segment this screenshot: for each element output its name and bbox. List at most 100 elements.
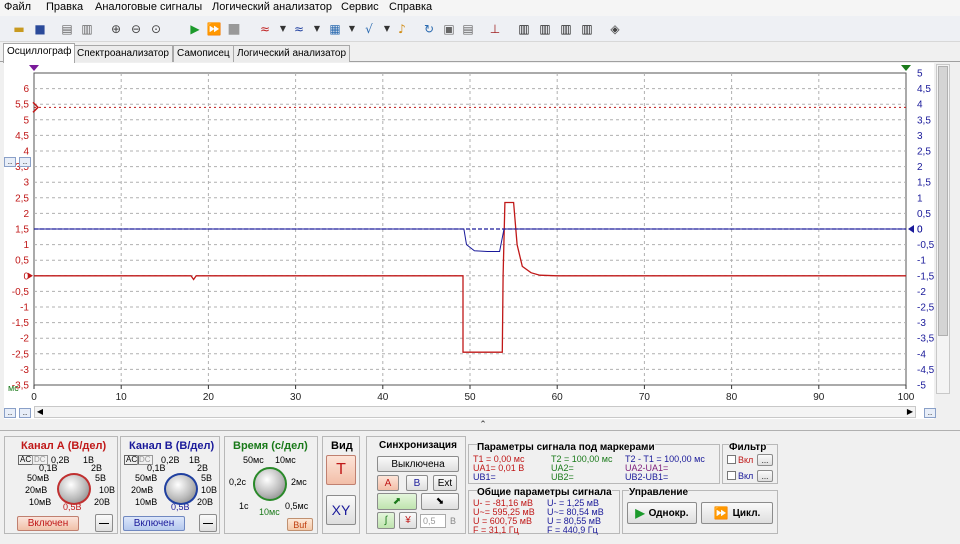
sqrt-icon[interactable]: √: [360, 20, 378, 38]
chip4-icon[interactable]: ▥: [578, 20, 596, 38]
open-folder-icon[interactable]: ▬: [10, 20, 28, 38]
channel-b-panel: Канал В (В/дел) AC DC 0,2В 1В 0,1В 2В 5В…: [120, 436, 220, 534]
filter-b-settings-button[interactable]: ...: [757, 470, 773, 482]
refresh-icon[interactable]: ↻: [420, 20, 438, 38]
view-time-button[interactable]: T: [326, 455, 356, 485]
channel-a-scale-knob[interactable]: [57, 473, 91, 505]
channel-a-scale-label: 50мВ: [27, 473, 50, 483]
menu-edit[interactable]: Правка: [46, 1, 83, 13]
zoom-out-x-button[interactable]: ..: [4, 408, 16, 418]
y-left-tick-label: 2,5: [15, 193, 29, 204]
single-shot-label: Однокр.: [648, 507, 689, 519]
oscillogram-chart[interactable]: 0 10 20 30 40 50 60 70 80 90 10065,554,543,532,521…: [4, 63, 935, 419]
rising-edge-icon[interactable]: ⬈: [377, 493, 417, 510]
zoom-y-down-button[interactable]: ..: [19, 157, 31, 167]
channel-a-panel: Канал А (В/дел) AC DC 0,2В 1В 0,1В 2В 5В…: [4, 436, 118, 534]
zoom-in-x-button[interactable]: ..: [19, 408, 31, 418]
channel-b-scale-knob[interactable]: [164, 473, 198, 505]
channel-a-title: Канал А (В/дел): [21, 440, 107, 452]
menu-file[interactable]: Файл: [4, 1, 31, 13]
sync-channel-a-button[interactable]: A: [377, 475, 399, 491]
channel-a-scale-label: 20мВ: [25, 485, 48, 495]
zoom-fit-icon[interactable]: ⊙: [147, 20, 165, 38]
run-continuous-icon[interactable]: ⏩: [205, 20, 223, 38]
print-icon[interactable]: ▥: [78, 20, 96, 38]
signal-a-icon[interactable]: ≈: [256, 20, 274, 38]
stop-icon[interactable]: ■: [225, 20, 243, 38]
zoom-in-icon[interactable]: ⊕: [107, 20, 125, 38]
sync-level-icon[interactable]: ¥: [399, 512, 417, 529]
sync-level-unit: В: [450, 516, 457, 526]
channel-a-invert-button[interactable]: —: [95, 514, 113, 532]
device-icon[interactable]: ◈: [606, 20, 624, 38]
time-panel: Время (с/дел) 50мс 10мс 0,2с 2мс 1с 0,5м…: [224, 436, 318, 534]
channel-a-enable-button[interactable]: Включен: [17, 516, 79, 531]
filter-a-checkbox[interactable]: [727, 455, 736, 464]
table-icon[interactable]: ▤: [459, 20, 477, 38]
zoom-y-up-button[interactable]: ..: [4, 157, 16, 167]
chip2-icon[interactable]: ▥: [536, 20, 554, 38]
view-title: Вид: [331, 440, 353, 452]
sync-ext-button[interactable]: Ext: [433, 475, 457, 491]
channel-a-ac-button[interactable]: AC: [18, 455, 34, 465]
single-shot-button[interactable]: ▶ Однокр.: [627, 502, 697, 524]
view-panel: Вид T XY: [322, 436, 360, 534]
menu-analog-signals[interactable]: Аналоговые сигналы: [95, 1, 202, 13]
tab-logic[interactable]: Логический анализатор: [233, 45, 351, 62]
markers-title: Параметры сигнала под маркерами: [477, 442, 655, 453]
menu-service[interactable]: Сервис: [341, 1, 379, 13]
filter-b-checkbox[interactable]: [727, 471, 736, 480]
time-scale-label: 10мс: [275, 455, 296, 465]
y-right-tick-label: 3,5: [917, 115, 931, 126]
channel-b-invert-button[interactable]: —: [199, 514, 217, 532]
falling-edge-icon[interactable]: ⬊: [421, 493, 459, 510]
cycle-label: Цикл.: [732, 507, 761, 519]
filter-a-label: Вкл: [738, 455, 754, 465]
menu-help[interactable]: Справка: [389, 1, 432, 13]
sync-channel-b-button[interactable]: B: [406, 475, 428, 491]
x-tick-label: 30: [290, 392, 302, 403]
marker-ub1: UB1=: [473, 472, 496, 482]
x-tick-label: 70: [639, 392, 651, 403]
tab-spectrum[interactable]: Спектроанализатор: [73, 45, 173, 62]
dropdown-b-icon[interactable]: ▼: [308, 20, 326, 38]
filter-a-settings-button[interactable]: ...: [757, 454, 773, 466]
time-scale-knob[interactable]: [253, 467, 287, 501]
channel-b-enable-button[interactable]: Включен: [123, 516, 185, 531]
horizontal-scrollbar[interactable]: ◀ ▶: [34, 406, 916, 418]
save-icon[interactable]: ■: [31, 20, 49, 38]
channel-a-scale-label: 0,1В: [39, 463, 58, 473]
sync-state-button[interactable]: Выключена: [377, 456, 459, 472]
cycle-button[interactable]: ⏩ Цикл.: [701, 502, 773, 524]
print-preview-icon[interactable]: ▤: [58, 20, 76, 38]
chip3-icon[interactable]: ▥: [557, 20, 575, 38]
y-right-tick-label: 1: [917, 193, 923, 204]
toolbar: ▬ ■ ▤ ▥ ⊕ ⊖ ⊙ ▶ ⏩ ■ ≈ ▼ ≈ ▼ ▦ ▼ √ ▼ ♪ ↻ …: [0, 16, 960, 42]
plot-area: 0 10 20 30 40 50 60 70 80 90 100 6 5,5 5 4,5 4 3,5 3 2,5 2 1…: [4, 63, 935, 419]
dropdown-calc-icon[interactable]: ▼: [343, 20, 361, 38]
calculator-icon[interactable]: ▦: [326, 20, 344, 38]
channel-b-zero-label: 0: [917, 225, 923, 236]
zoom-right-button[interactable]: ..: [924, 408, 936, 418]
sound-icon[interactable]: ♪: [393, 20, 411, 38]
vertical-scrollbar[interactable]: [936, 64, 950, 394]
x-tick-label: 50: [464, 392, 476, 403]
menu-logic-analyzer[interactable]: Логический анализатор: [212, 1, 332, 13]
collapse-panel-icon[interactable]: ⌃: [470, 420, 496, 429]
run-icon[interactable]: ▶: [186, 20, 204, 38]
buffer-button[interactable]: Buf: [287, 518, 313, 531]
sync-level-input[interactable]: 0,5: [420, 514, 446, 528]
zoom-out-icon[interactable]: ⊖: [127, 20, 145, 38]
y-right-tick-label: -4,5: [917, 365, 934, 376]
trigger-icon[interactable]: ⊥: [486, 20, 504, 38]
view-xy-button[interactable]: XY: [326, 495, 356, 525]
chip-icon[interactable]: ▥: [515, 20, 533, 38]
image-icon[interactable]: ▣: [440, 20, 458, 38]
y-right-tick-label: -3,5: [917, 334, 934, 345]
signal-b-icon[interactable]: ≈: [290, 20, 308, 38]
time-scale-label: 50мс: [243, 455, 264, 465]
tab-oscilloscope[interactable]: Осциллограф: [3, 43, 76, 63]
tab-recorder[interactable]: Самописец: [173, 45, 234, 62]
channel-b-title: Канал В (В/дел): [129, 440, 215, 452]
sync-auto-icon[interactable]: ∫: [377, 512, 395, 529]
